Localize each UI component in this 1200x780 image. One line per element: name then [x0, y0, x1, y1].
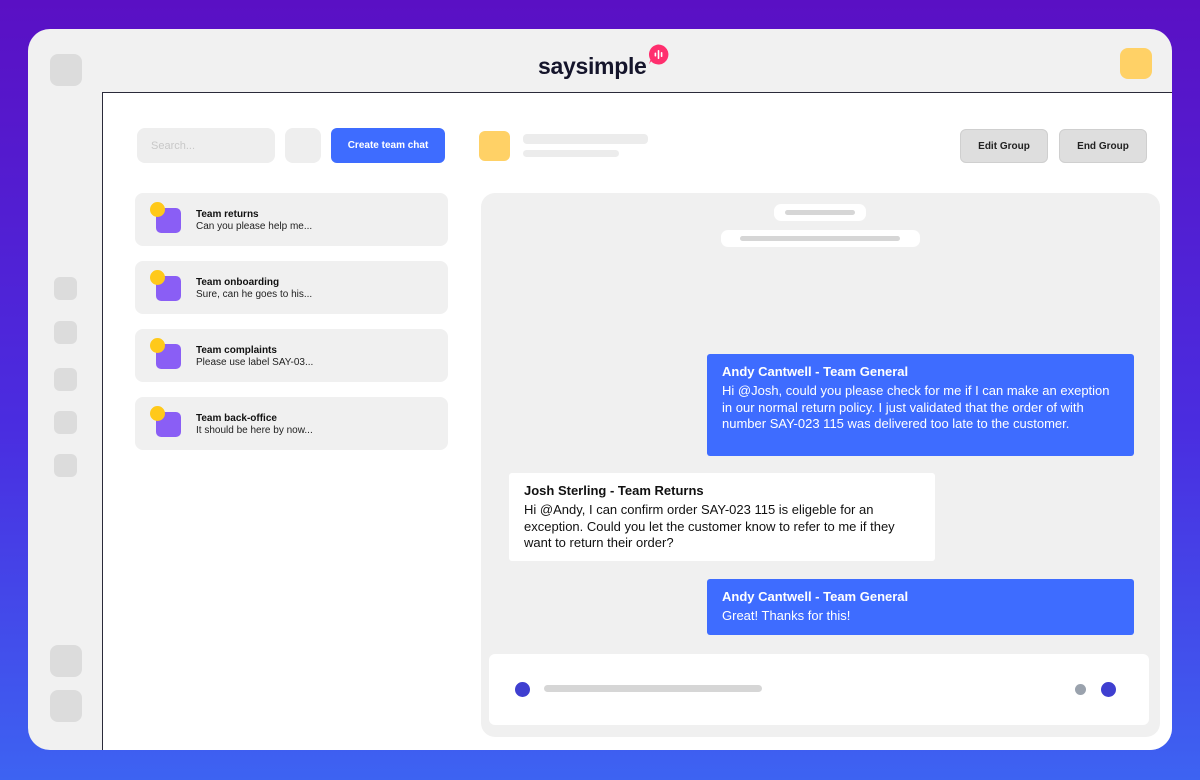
chat-title: Team returns: [196, 209, 259, 220]
brand-logo: saysimple: [538, 44, 669, 80]
create-team-chat-button[interactable]: Create team chat: [331, 128, 445, 163]
nav-item-4-icon[interactable]: [54, 411, 77, 434]
send-icon[interactable]: [1101, 682, 1116, 697]
message-text: Great! Thanks for this!: [722, 608, 851, 623]
member-avatar-dot: [150, 270, 165, 285]
message-composer[interactable]: [489, 654, 1149, 725]
nav-item-3-icon[interactable]: [54, 368, 77, 391]
chat-preview: Can you please help me...: [196, 221, 313, 232]
group-meta-placeholder: [523, 150, 619, 157]
user-avatar[interactable]: [1120, 48, 1152, 79]
top-bar: saysimple: [28, 29, 1172, 92]
chat-preview: Please use label SAY-03...: [196, 357, 314, 368]
search-input[interactable]: [137, 128, 275, 163]
filter-icon[interactable]: [285, 128, 321, 163]
nav-item-2-icon[interactable]: [54, 321, 77, 344]
nav-rail: [28, 92, 102, 750]
member-avatar-dot: [150, 406, 165, 421]
chat-title: Team onboarding: [196, 277, 280, 288]
message-bubble-outgoing: Andy Cantwell - Team General Great! Than…: [707, 579, 1134, 635]
message-sender: Andy Cantwell - Team General: [722, 364, 909, 379]
chat-title: Team back-office: [196, 413, 277, 424]
group-name-placeholder: [523, 134, 648, 144]
team-chat-list: Team returns Can you please help me... T…: [135, 193, 448, 465]
menu-icon[interactable]: [50, 54, 82, 86]
group-avatar: [479, 131, 510, 161]
chat-preview: Sure, can he goes to his...: [196, 289, 313, 300]
nav-item-5-icon[interactable]: [54, 454, 77, 477]
member-avatar-dot: [150, 338, 165, 353]
message-sender: Josh Sterling - Team Returns: [524, 483, 704, 498]
chat-item-team-onboarding[interactable]: Team onboarding Sure, can he goes to his…: [135, 261, 448, 314]
chat-preview: It should be here by now...: [196, 425, 313, 436]
help-icon[interactable]: [50, 645, 82, 677]
attach-icon[interactable]: [515, 682, 530, 697]
chat-item-team-back-office[interactable]: Team back-office It should be here by no…: [135, 397, 448, 450]
system-notice-pill: [721, 230, 920, 247]
system-notice-line: [740, 236, 900, 241]
message-bubble-incoming: Josh Sterling - Team Returns Hi @Andy, I…: [509, 473, 935, 561]
emoji-icon[interactable]: [1075, 684, 1086, 695]
end-group-button[interactable]: End Group: [1059, 129, 1147, 163]
message-text: Hi @Andy, I can confirm order SAY-023 11…: [524, 502, 895, 550]
date-pill: [774, 204, 866, 221]
settings-icon[interactable]: [50, 690, 82, 722]
main-content: Create team chat Team returns Can you pl…: [102, 92, 1172, 750]
message-bubble-outgoing: Andy Cantwell - Team General Hi @Josh, c…: [707, 354, 1134, 456]
member-avatar-dot: [150, 202, 165, 217]
chat-item-team-returns[interactable]: Team returns Can you please help me...: [135, 193, 448, 246]
message-input-placeholder[interactable]: [544, 685, 762, 692]
brand-name: saysimple: [538, 53, 647, 79]
edit-group-button[interactable]: Edit Group: [960, 129, 1048, 163]
app-window: saysimple Create team chat Team retur: [28, 29, 1172, 750]
nav-item-1-icon[interactable]: [54, 277, 77, 300]
conversation-panel: Andy Cantwell - Team General Hi @Josh, c…: [481, 193, 1160, 737]
chat-title: Team complaints: [196, 345, 277, 356]
message-sender: Andy Cantwell - Team General: [722, 589, 909, 604]
speech-bubble-icon: [648, 44, 668, 65]
chat-item-team-complaints[interactable]: Team complaints Please use label SAY-03.…: [135, 329, 448, 382]
date-pill-line: [785, 210, 855, 215]
message-text: Hi @Josh, could you please check for me …: [722, 383, 1110, 431]
